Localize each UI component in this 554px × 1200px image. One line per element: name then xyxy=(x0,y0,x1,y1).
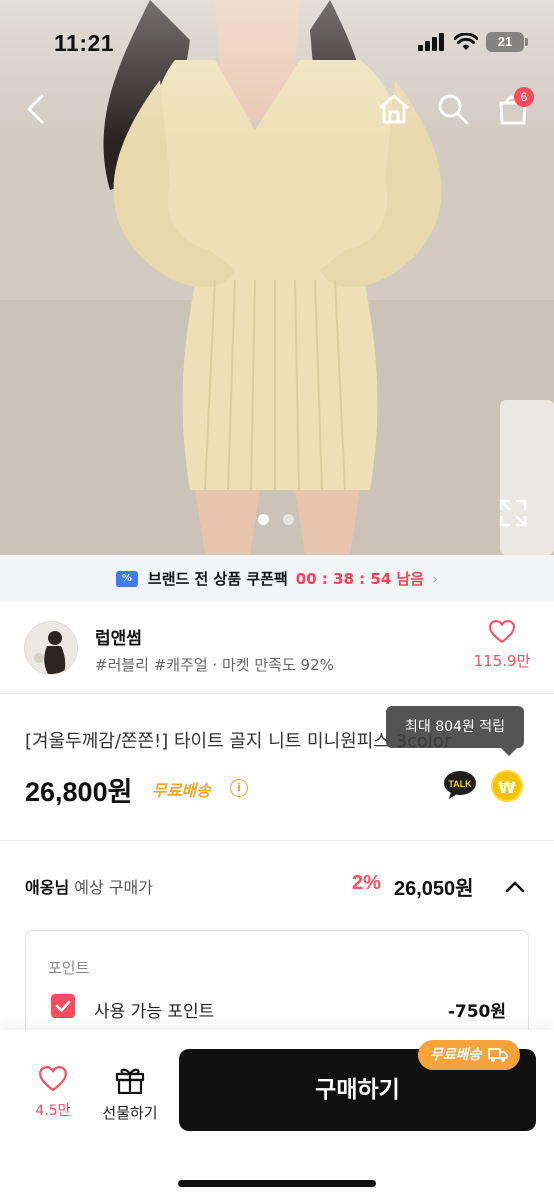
expected-final-price: 26,050원 xyxy=(394,878,474,900)
brand-like-count: 115.9만 xyxy=(473,652,531,670)
brand-tags-rating: #러블리 #캐주얼 · 마켓 만족도 92% xyxy=(95,656,334,674)
section-divider xyxy=(0,840,554,841)
kakao-talk-text: TALK xyxy=(448,779,472,789)
coupon-banner[interactable]: % 브랜드 전 상품 쿠폰팩 00 : 38 : 54 남음 › xyxy=(0,555,554,602)
coupon-text: 브랜드 전 상품 쿠폰팩 xyxy=(147,570,288,588)
wifi-icon xyxy=(454,33,478,50)
signal-icon xyxy=(418,33,444,51)
chevron-right-icon: › xyxy=(432,569,439,588)
heart-icon xyxy=(488,619,516,644)
points-coin-icon[interactable]: ₩ xyxy=(491,770,523,802)
gift-icon xyxy=(115,1068,145,1095)
brand-row[interactable]: 럽앤썸 #러블리 #캐주얼 · 마켓 만족도 92% 115.9만 xyxy=(0,602,554,694)
collapse-button[interactable] xyxy=(502,874,528,900)
gift-button[interactable]: 선물하기 xyxy=(98,1066,162,1123)
search-icon xyxy=(438,94,469,125)
status-time: 11:21 xyxy=(54,30,115,56)
product-image-carousel[interactable]: 11:21 21 6 xyxy=(0,0,554,555)
points-section-label: 포인트 xyxy=(48,959,90,977)
points-tooltip: 최대 804원 적립 xyxy=(386,706,524,756)
home-icon xyxy=(379,94,409,124)
coupon-icon: % xyxy=(115,570,138,587)
bottom-action-bar: 4.5만 선물하기 구매하기 무료배송 xyxy=(0,1030,554,1200)
brand-like-button[interactable]: 115.9만 xyxy=(470,619,534,671)
expand-icon xyxy=(499,499,527,527)
heart-icon xyxy=(39,1066,67,1092)
brand-logo-image xyxy=(25,622,77,674)
brand-avatar[interactable] xyxy=(24,621,78,675)
carousel-dot-active[interactable] xyxy=(258,514,269,525)
discount-rate: 2% xyxy=(352,872,381,894)
delivery-truck-icon xyxy=(487,1048,508,1062)
status-bar: 11:21 21 xyxy=(0,0,554,90)
home-button[interactable] xyxy=(371,86,417,132)
back-button[interactable] xyxy=(13,86,59,132)
chevron-up-icon xyxy=(505,881,525,893)
cart-button[interactable]: 6 xyxy=(490,86,536,132)
expected-price-label: 애옹님 예상 구매가 xyxy=(25,874,153,898)
chevron-left-icon xyxy=(27,94,44,124)
use-points-checkbox[interactable] xyxy=(51,994,75,1018)
carousel-indicator xyxy=(258,514,294,525)
product-like-count: 4.5만 xyxy=(35,1103,71,1119)
free-shipping-label: 무료배송 xyxy=(152,781,211,800)
status-icons: 21 xyxy=(418,32,528,52)
coupon-timer: 00 : 38 : 54 남음 xyxy=(295,570,425,588)
product-price: 26,800원 xyxy=(25,777,133,807)
product-like-button[interactable]: 4.5만 xyxy=(26,1066,80,1120)
info-icon[interactable]: i xyxy=(230,779,248,797)
fullscreen-button[interactable] xyxy=(497,497,529,529)
search-button[interactable] xyxy=(430,86,476,132)
available-points-label: 사용 가능 포인트 xyxy=(94,1002,215,1022)
expected-price-caption: 예상 구매가 xyxy=(74,878,153,897)
points-section: 포인트 사용 가능 포인트 -750원 xyxy=(25,930,529,1040)
brand-name[interactable]: 럽앤썸 xyxy=(95,624,142,649)
home-indicator xyxy=(178,1180,376,1187)
user-name: 애옹님 xyxy=(25,878,70,897)
gift-button-label: 선물하기 xyxy=(102,1104,158,1122)
available-points-value: -750원 xyxy=(447,1002,506,1022)
free-shipping-badge: 무료배송 xyxy=(418,1040,520,1070)
cart-count-badge: 6 xyxy=(514,87,534,107)
carousel-dot[interactable] xyxy=(283,514,294,525)
checkmark-icon xyxy=(55,1000,71,1012)
free-shipping-badge-text: 무료배송 xyxy=(430,1047,482,1063)
battery-indicator: 21 xyxy=(486,32,528,52)
kakao-talk-icon: TALK xyxy=(444,771,476,799)
kakao-talk-share-button[interactable]: TALK xyxy=(443,770,477,800)
